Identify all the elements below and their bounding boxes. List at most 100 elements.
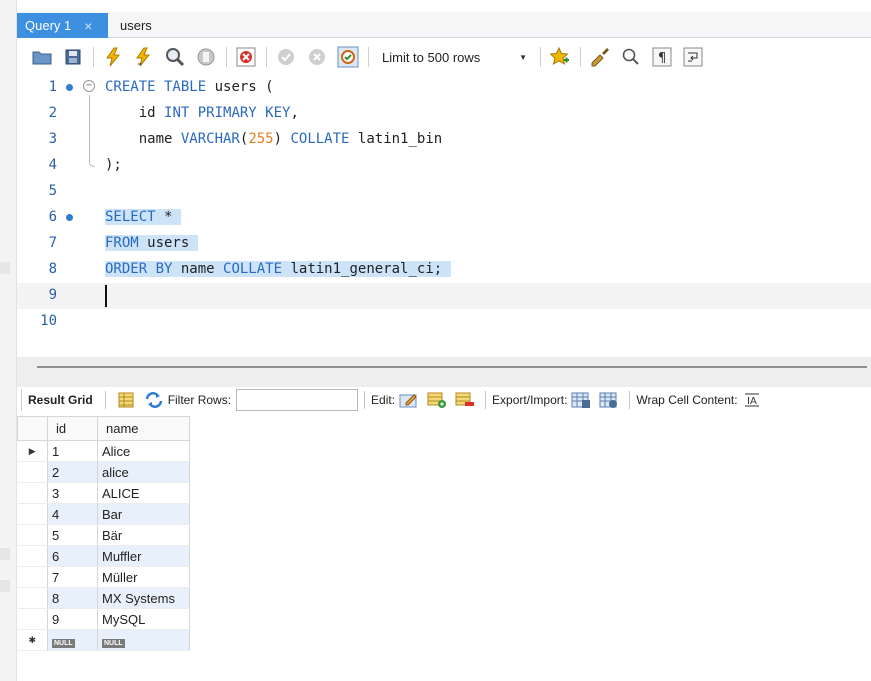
tab-label: Query 1 (25, 18, 72, 33)
gutter-mark (0, 580, 10, 592)
cell-id[interactable]: 1 (47, 440, 98, 462)
cell-id[interactable]: 6 (47, 545, 98, 567)
toolbar-separator (485, 391, 487, 409)
splitter-grip[interactable] (37, 366, 867, 368)
cell-name[interactable]: MX Systems (97, 587, 190, 609)
cell-id[interactable]: 4 (47, 503, 98, 525)
table-row[interactable]: ▶ 1 Alice (17, 440, 190, 462)
explain-icon[interactable] (164, 46, 186, 68)
stop-icon[interactable] (195, 46, 217, 68)
invisible-chars-icon[interactable]: ¶ (651, 46, 673, 68)
line-number: 9 (48, 287, 57, 303)
row-gutter (17, 524, 48, 546)
column-header-name[interactable]: name (97, 416, 190, 441)
cell-name[interactable]: Alice (97, 440, 190, 462)
open-folder-icon[interactable] (31, 46, 53, 68)
execute-icon[interactable] (102, 46, 124, 68)
editor-line: 8 ORDER BY name COLLATE latin1_general_c… (17, 257, 871, 283)
cell-id[interactable]: NULL (47, 629, 98, 651)
column-header-id[interactable]: id (47, 416, 98, 441)
editor-line: 3 name VARCHAR(255) COLLATE latin1_bin (17, 127, 871, 153)
text-cursor (105, 285, 107, 307)
export-icon[interactable] (571, 390, 591, 410)
rollback-icon[interactable] (306, 46, 328, 68)
cell-name[interactable]: Muffler (97, 545, 190, 567)
editor-line: 6 SELECT * (17, 205, 871, 231)
beautify-icon[interactable] (589, 46, 611, 68)
edit-row-icon[interactable] (399, 390, 419, 410)
bookmark-icon[interactable] (549, 46, 571, 68)
row-gutter (17, 587, 48, 609)
code-token: COLLATE (290, 131, 350, 147)
cell-id[interactable]: 3 (47, 482, 98, 504)
code-token: id (105, 105, 165, 121)
fold-toggle-icon[interactable]: − (83, 80, 95, 92)
cell-name[interactable]: Bär (97, 524, 190, 546)
line-number: 5 (48, 183, 57, 199)
cell-name[interactable]: ALICE (97, 482, 190, 504)
cell-name[interactable]: MySQL (97, 608, 190, 630)
execute-cursor-icon[interactable] (133, 46, 155, 68)
row-gutter (17, 545, 48, 567)
table-row[interactable]: 8 MX Systems (17, 587, 190, 609)
cell-id[interactable]: 7 (47, 566, 98, 588)
table-row[interactable]: 2 alice (17, 461, 190, 483)
cell-name[interactable]: alice (97, 461, 190, 483)
grid-layout-icon[interactable] (116, 390, 136, 410)
table-row[interactable]: 9 MySQL (17, 608, 190, 630)
autocommit-icon[interactable] (337, 46, 359, 68)
row-gutter (17, 461, 48, 483)
commit-icon[interactable] (275, 46, 297, 68)
code-token: VARCHAR (180, 131, 240, 147)
table-row[interactable]: 7 Müller (17, 566, 190, 588)
wrap-icon[interactable] (682, 46, 704, 68)
cell-id[interactable]: 9 (47, 608, 98, 630)
save-icon[interactable] (62, 46, 84, 68)
toolbar-separator (364, 391, 366, 409)
table-row[interactable]: 3 ALICE (17, 482, 190, 504)
table-row[interactable]: 4 Bar (17, 503, 190, 525)
editor-line: 5 (17, 179, 871, 205)
line-number: 3 (48, 131, 57, 147)
cell-id[interactable]: 5 (47, 524, 98, 546)
table-row[interactable]: 5 Bär (17, 524, 190, 546)
cell-name[interactable]: Bar (97, 503, 190, 525)
find-icon[interactable] (620, 46, 642, 68)
table-row-new[interactable]: ✱ NULL NULL (17, 629, 190, 651)
result-grid[interactable]: id name ▶ 1 Alice 2 alice 3 ALICE 4 Bar … (17, 416, 190, 651)
code-token: ); (105, 157, 122, 173)
toolbar-separator (104, 391, 106, 409)
cell-id[interactable]: 8 (47, 587, 98, 609)
editor-line-current: 9 (17, 283, 871, 309)
code-token: latin1_bin (349, 131, 443, 147)
svg-text:IA: IA (747, 396, 757, 407)
add-row-icon[interactable] (427, 390, 447, 410)
close-icon[interactable]: × (84, 18, 92, 34)
row-header-corner (17, 416, 48, 441)
statement-marker-icon (66, 214, 73, 221)
table-row[interactable]: 6 Muffler (17, 545, 190, 567)
delete-row-icon[interactable] (455, 390, 475, 410)
filter-rows-label: Filter Rows: (167, 393, 232, 407)
limit-rows-select[interactable]: Limit to 500 rows ▼ (377, 46, 532, 68)
code-text: FROM users (105, 235, 198, 251)
import-icon[interactable] (599, 390, 619, 410)
wrap-cell-icon[interactable]: IA (742, 390, 762, 410)
row-gutter (17, 482, 48, 504)
tab-query-1[interactable]: Query 1 × (17, 13, 108, 38)
code-token: COLLATE (223, 261, 283, 277)
panel-splitter[interactable] (17, 357, 871, 387)
code-text: ); (105, 157, 122, 173)
code-token: latin1_general_ci; (282, 261, 443, 277)
cell-id[interactable]: 2 (47, 461, 98, 483)
toggle-error-icon[interactable] (235, 46, 257, 68)
sql-editor[interactable]: 1 − CREATE TABLE users ( 2 id INT PRIMAR… (17, 75, 871, 357)
result-grid-tab[interactable]: Result Grid (21, 389, 99, 411)
filter-rows-input[interactable] (236, 389, 359, 411)
tab-users[interactable]: users (116, 13, 156, 38)
editor-line: 2 id INT PRIMARY KEY, (17, 101, 871, 127)
refresh-icon[interactable] (144, 390, 164, 410)
cell-name[interactable]: NULL (97, 629, 190, 651)
cell-name[interactable]: Müller (97, 566, 190, 588)
left-gutter-strip (0, 0, 17, 681)
